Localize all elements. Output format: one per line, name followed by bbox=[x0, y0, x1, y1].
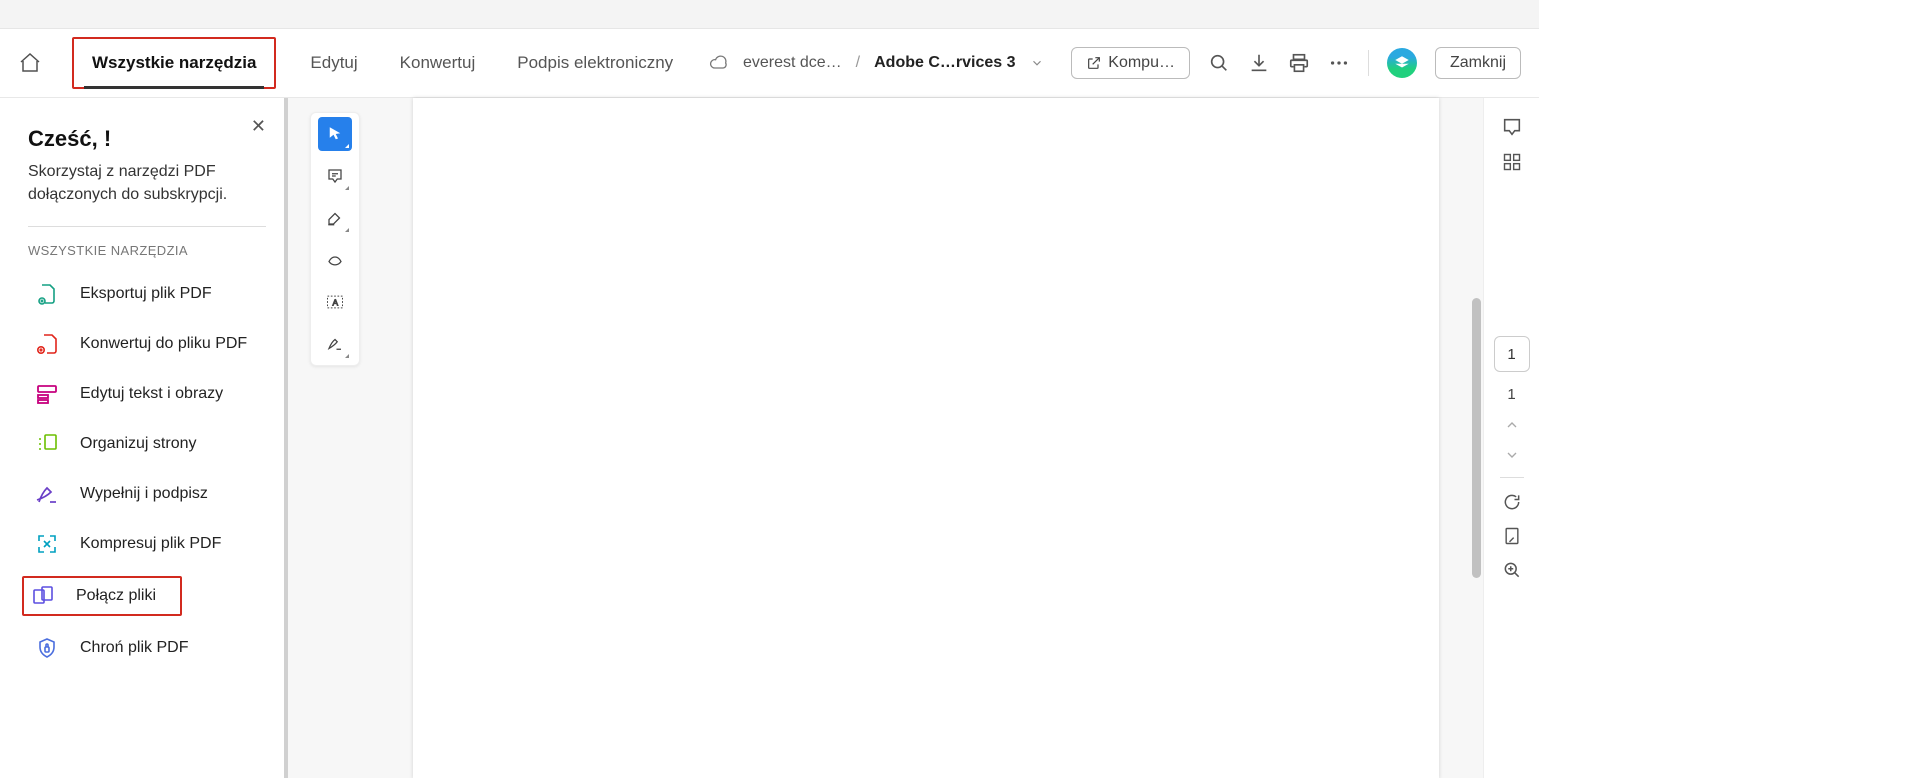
print-icon[interactable] bbox=[1288, 52, 1310, 74]
breadcrumb-separator: / bbox=[856, 54, 860, 72]
canvas-area: A bbox=[288, 98, 1483, 778]
tab-all-tools[interactable]: Wszystkie narzędzia bbox=[84, 45, 264, 81]
tab-label: Konwertuj bbox=[400, 53, 476, 72]
total-pages: 1 bbox=[1507, 386, 1515, 403]
tool-compress-pdf[interactable]: Kompresuj plik PDF bbox=[28, 526, 266, 562]
breadcrumb: everest dce… / Adobe C…rvices 3 bbox=[709, 53, 1044, 73]
close-button[interactable]: Zamknij bbox=[1435, 47, 1521, 79]
tool-export-pdf[interactable]: Eksportuj plik PDF bbox=[28, 276, 266, 312]
tool-label: Chroń plik PDF bbox=[80, 639, 188, 657]
tool-edit-text-images[interactable]: Edytuj tekst i obrazy bbox=[28, 376, 266, 412]
tool-protect-pdf[interactable]: Chroń plik PDF bbox=[28, 630, 266, 666]
scrollbar-thumb[interactable] bbox=[1472, 298, 1481, 578]
svg-text:A: A bbox=[333, 297, 339, 307]
rotate-view-icon[interactable] bbox=[1502, 492, 1522, 512]
close-icon[interactable]: ✕ bbox=[251, 116, 266, 137]
title-bar-strip bbox=[0, 0, 1539, 29]
tab-esign[interactable]: Podpis elektroniczny bbox=[509, 45, 681, 81]
tab-label: Edytuj bbox=[310, 53, 357, 72]
tab-edit[interactable]: Edytuj bbox=[302, 45, 365, 81]
tool-label: Kompresuj plik PDF bbox=[80, 535, 221, 553]
thumbnails-panel-icon[interactable] bbox=[1502, 152, 1522, 172]
tool-label: Organizuj strony bbox=[80, 435, 197, 453]
page-down-icon[interactable] bbox=[1504, 447, 1520, 463]
tab-convert[interactable]: Konwertuj bbox=[392, 45, 484, 81]
edit-text-icon bbox=[34, 382, 60, 406]
sidebar: ✕ Cześć, ! Skorzystaj z narzędzi PDF doł… bbox=[0, 98, 288, 778]
app-window: Wszystkie narzędzia Edytuj Konwertuj Pod… bbox=[0, 0, 1539, 778]
protect-pdf-icon bbox=[34, 636, 60, 660]
tool-highlight[interactable] bbox=[318, 201, 352, 235]
sidebar-greeting: Cześć, ! bbox=[28, 126, 266, 152]
organize-pages-icon bbox=[34, 432, 60, 456]
tool-fill-sign[interactable]: Wypełnij i podpisz bbox=[28, 476, 266, 512]
download-icon[interactable] bbox=[1248, 52, 1270, 74]
combine-files-icon bbox=[30, 584, 56, 608]
tool-convert-to-pdf[interactable]: Konwertuj do pliku PDF bbox=[28, 326, 266, 362]
tools-list: Eksportuj plik PDF Konwertuj do pliku PD… bbox=[28, 276, 266, 666]
cloud-icon bbox=[709, 53, 729, 73]
tool-label: Konwertuj do pliku PDF bbox=[80, 335, 247, 353]
document-name[interactable]: Adobe C…rvices 3 bbox=[874, 54, 1015, 72]
home-icon[interactable] bbox=[18, 51, 42, 75]
tool-add-text-box[interactable]: A bbox=[318, 285, 352, 319]
cloud-file-name[interactable]: everest dce… bbox=[743, 54, 842, 72]
main-area: ✕ Cześć, ! Skorzystaj z narzędzi PDF doł… bbox=[0, 98, 1539, 778]
button-label: Kompu… bbox=[1108, 54, 1175, 72]
avatar[interactable] bbox=[1387, 48, 1417, 78]
main-tabs: Wszystkie narzędzia Edytuj Konwertuj Pod… bbox=[72, 37, 681, 89]
tool-combine-files[interactable]: Połącz pliki bbox=[22, 576, 182, 616]
chevron-down-icon[interactable] bbox=[1030, 56, 1044, 70]
top-header: Wszystkie narzędzia Edytuj Konwertuj Pod… bbox=[0, 29, 1539, 98]
fill-sign-icon bbox=[34, 482, 60, 506]
highlight-all-tools: Wszystkie narzędzia bbox=[72, 37, 276, 89]
search-icon[interactable] bbox=[1208, 52, 1230, 74]
zoom-in-icon[interactable] bbox=[1502, 560, 1522, 580]
right-rail: 1 1 bbox=[1483, 98, 1539, 778]
compress-pdf-icon bbox=[34, 532, 60, 556]
current-page: 1 bbox=[1507, 346, 1515, 363]
sidebar-group-label: WSZYSTKIE NARZĘDZIA bbox=[28, 243, 266, 258]
button-label: Zamknij bbox=[1450, 54, 1506, 72]
vertical-divider bbox=[1368, 50, 1369, 76]
comments-panel-icon[interactable] bbox=[1501, 116, 1523, 138]
sidebar-divider bbox=[28, 226, 266, 227]
tool-organize-pages[interactable]: Organizuj strony bbox=[28, 426, 266, 462]
tool-sign[interactable] bbox=[318, 327, 352, 361]
tab-label: Podpis elektroniczny bbox=[517, 53, 673, 72]
tool-label: Edytuj tekst i obrazy bbox=[80, 385, 223, 403]
tool-label: Połącz pliki bbox=[76, 587, 156, 605]
rail-separator bbox=[1500, 477, 1524, 478]
header-left: Wszystkie narzędzia Edytuj Konwertuj Pod… bbox=[18, 37, 681, 89]
quick-toolbar: A bbox=[310, 112, 360, 366]
more-icon[interactable] bbox=[1328, 52, 1350, 74]
tool-label: Eksportuj plik PDF bbox=[80, 285, 212, 303]
sidebar-subtitle: Skorzystaj z narzędzi PDF dołączonych do… bbox=[28, 160, 266, 206]
tool-draw-freeform[interactable] bbox=[318, 243, 352, 277]
tool-select-arrow[interactable] bbox=[318, 117, 352, 151]
tool-label: Wypełnij i podpisz bbox=[80, 485, 208, 503]
tab-label: Wszystkie narzędzia bbox=[92, 53, 256, 72]
page-display-icon[interactable] bbox=[1502, 526, 1522, 546]
export-pdf-icon bbox=[34, 282, 60, 306]
document-page[interactable] bbox=[413, 98, 1439, 778]
tool-comment[interactable] bbox=[318, 159, 352, 193]
document-wrap: A 1 bbox=[288, 98, 1539, 778]
header-right: Kompu… Zamknij bbox=[1071, 47, 1521, 79]
page-up-icon[interactable] bbox=[1504, 417, 1520, 433]
page-number-input[interactable]: 1 bbox=[1494, 336, 1530, 372]
convert-pdf-icon bbox=[34, 332, 60, 356]
open-external-button[interactable]: Kompu… bbox=[1071, 47, 1190, 79]
